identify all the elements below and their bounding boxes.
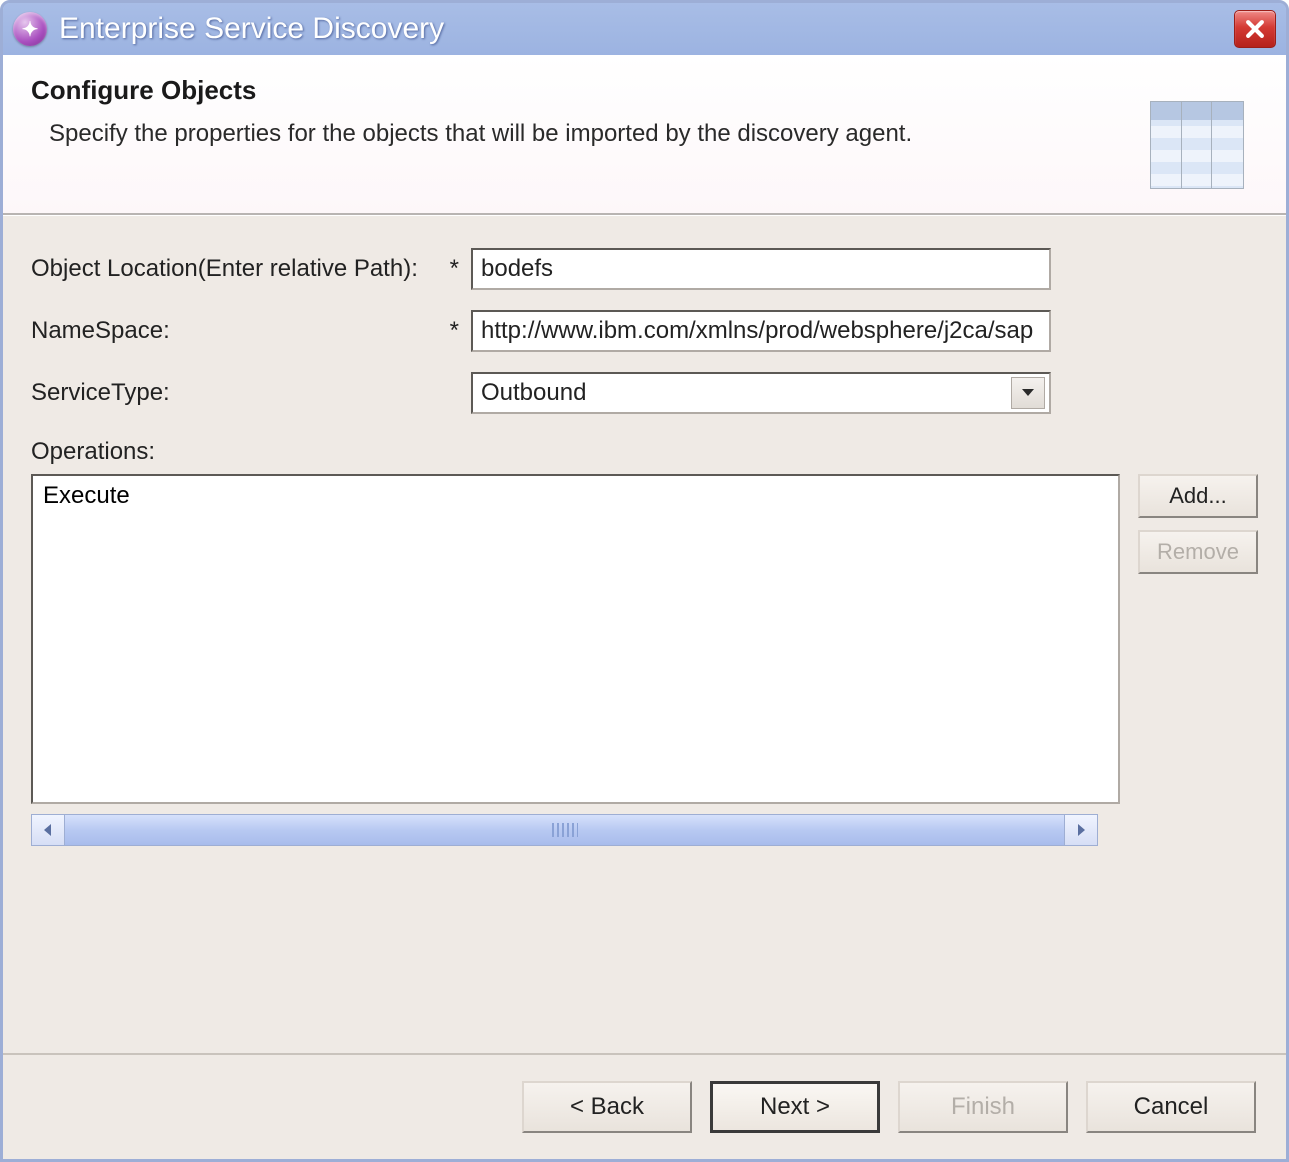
chevron-left-icon <box>42 823 54 837</box>
list-item[interactable]: Execute <box>43 482 1108 510</box>
combo-arrow-button[interactable] <box>1011 377 1045 409</box>
operations-buttons: Add... Remove <box>1138 474 1258 574</box>
close-icon <box>1244 18 1266 40</box>
window-title: Enterprise Service Discovery <box>59 12 1234 46</box>
row-service-type: ServiceType: Outbound <box>31 372 1258 414</box>
chevron-right-icon <box>1075 823 1087 837</box>
page-description: Specify the properties for the objects t… <box>49 120 1150 148</box>
wizard-header: Configure Objects Specify the properties… <box>3 55 1286 215</box>
scroll-left-button[interactable] <box>31 814 65 846</box>
back-button[interactable]: < Back <box>522 1081 692 1133</box>
operations-area: Execute Add... Remove <box>31 474 1258 804</box>
label-namespace-text: NameSpace: <box>31 317 170 345</box>
finish-button: Finish <box>898 1081 1068 1133</box>
remove-button: Remove <box>1138 530 1258 574</box>
required-mark: * <box>450 255 471 283</box>
titlebar: ✦ Enterprise Service Discovery <box>3 3 1286 55</box>
label-namespace: NameSpace: * <box>31 317 471 345</box>
row-object-location: Object Location(Enter relative Path): * <box>31 248 1258 290</box>
label-service-type: ServiceType: <box>31 379 471 407</box>
wizard-window: ✦ Enterprise Service Discovery Configure… <box>0 0 1289 1162</box>
cancel-button[interactable]: Cancel <box>1086 1081 1256 1133</box>
horizontal-scrollbar[interactable] <box>31 814 1098 846</box>
app-icon: ✦ <box>13 12 47 46</box>
row-namespace: NameSpace: * <box>31 310 1258 352</box>
scroll-track[interactable] <box>65 814 1064 846</box>
wizard-header-texts: Configure Objects Specify the properties… <box>31 75 1150 148</box>
label-object-location-text: Object Location(Enter relative Path): <box>31 255 418 283</box>
label-object-location: Object Location(Enter relative Path): * <box>31 255 471 283</box>
scroll-right-button[interactable] <box>1064 814 1098 846</box>
form-pane: Object Location(Enter relative Path): * … <box>3 215 1286 1053</box>
page-title: Configure Objects <box>31 75 1150 106</box>
wizard-footer: < Back Next > Finish Cancel <box>3 1053 1286 1159</box>
operations-list[interactable]: Execute <box>31 474 1120 804</box>
label-service-type-text: ServiceType: <box>31 379 170 407</box>
required-mark: * <box>450 317 471 345</box>
table-icon <box>1150 101 1244 189</box>
scroll-grip-icon <box>552 823 578 837</box>
close-button[interactable] <box>1234 10 1276 48</box>
chevron-down-icon <box>1021 388 1035 398</box>
object-location-input[interactable] <box>471 248 1051 290</box>
next-button[interactable]: Next > <box>710 1081 880 1133</box>
service-type-value: Outbound <box>481 379 586 407</box>
namespace-input[interactable] <box>471 310 1051 352</box>
service-type-combobox[interactable]: Outbound <box>471 372 1051 414</box>
add-button[interactable]: Add... <box>1138 474 1258 518</box>
spacer <box>459 379 471 407</box>
label-operations: Operations: <box>31 438 1258 466</box>
